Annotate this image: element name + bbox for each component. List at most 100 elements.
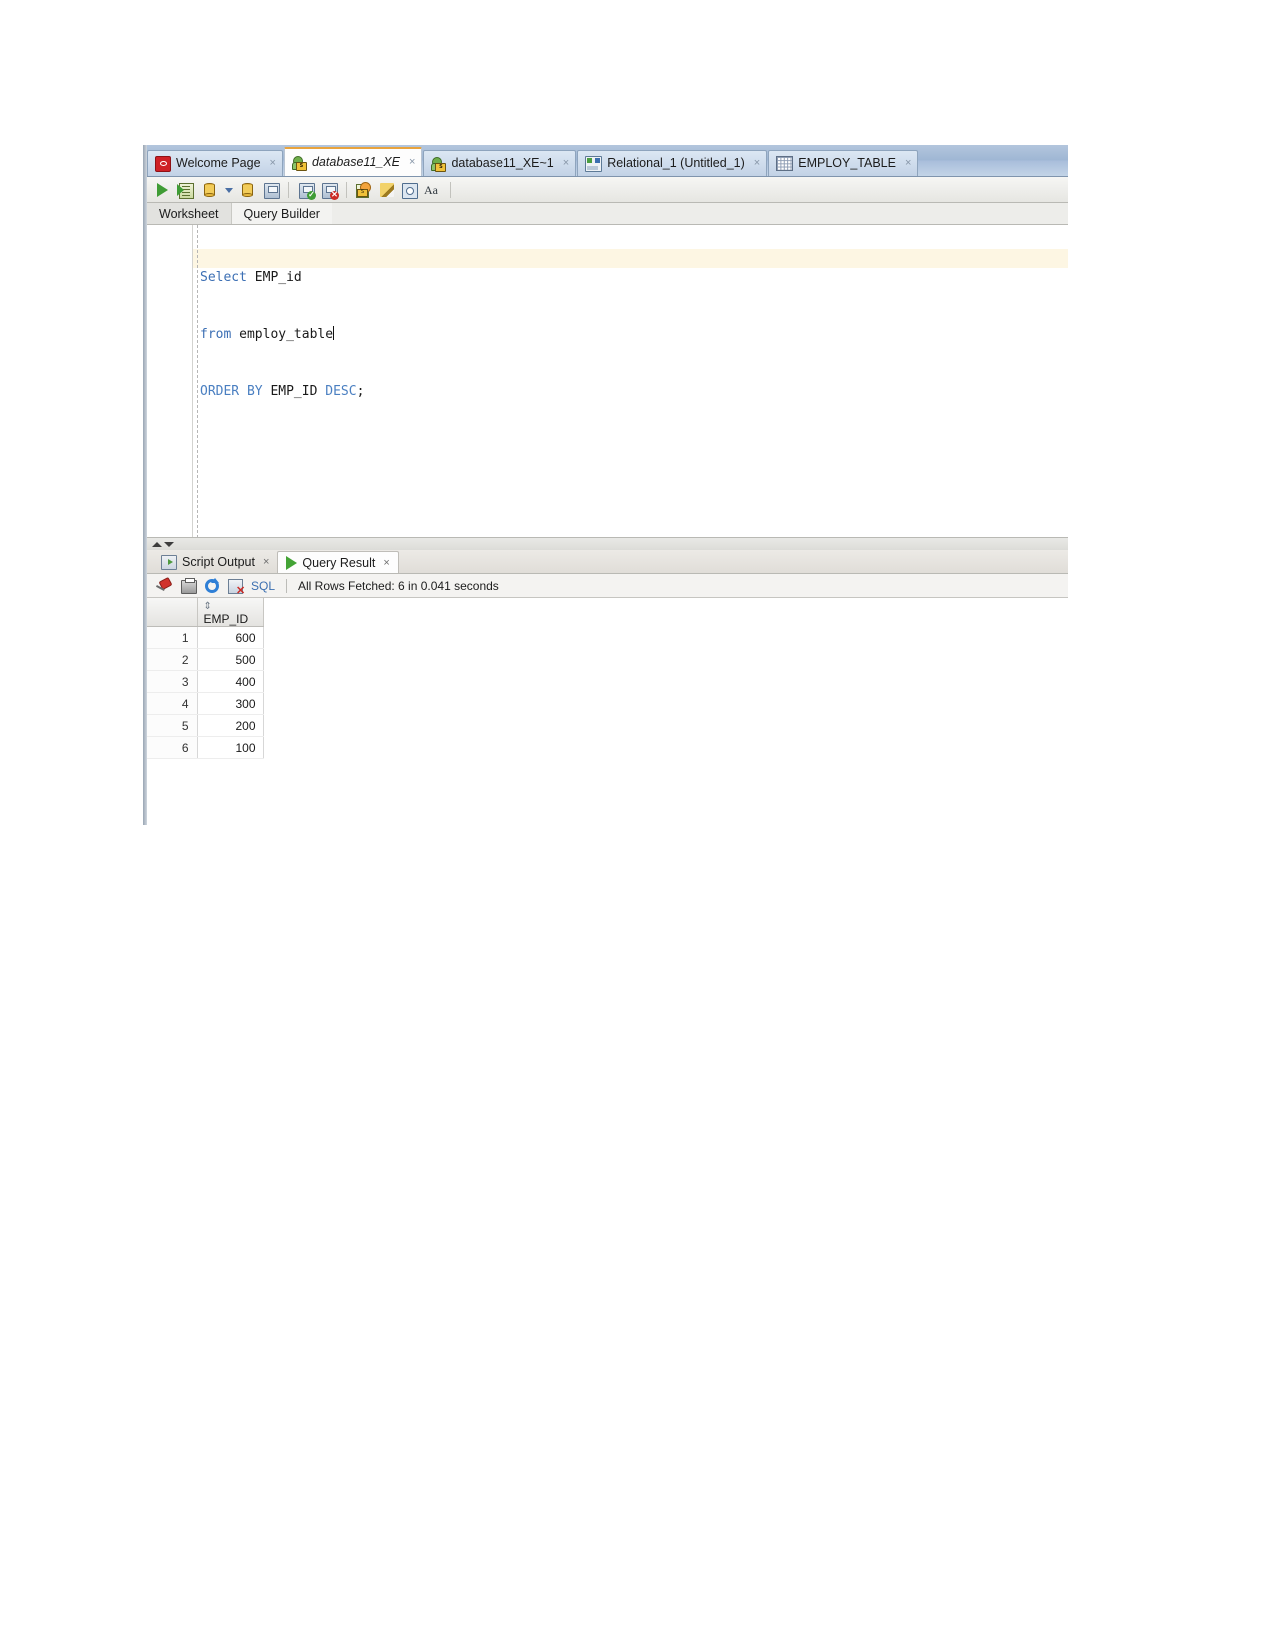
sql-link[interactable]: SQL — [251, 579, 275, 593]
column-header-label: EMP_ID — [203, 612, 249, 626]
clear-grid-icon[interactable]: ✕ — [227, 577, 245, 596]
results-table-head: ⇕EMP_ID — [147, 598, 264, 627]
tab-label: Welcome Page — [176, 156, 261, 171]
sql-keyword: from — [200, 327, 232, 342]
script-output-icon — [161, 554, 177, 570]
relational-model-icon — [585, 155, 603, 172]
tab-welcome-page[interactable]: Welcome Page × — [147, 150, 283, 176]
row-number: 1 — [147, 626, 198, 649]
row-number: 5 — [147, 714, 198, 737]
row-number: 6 — [147, 736, 198, 759]
unshared-worksheet-button[interactable] — [261, 180, 281, 200]
sql-text: employ_table — [231, 327, 334, 342]
collapse-down-icon[interactable] — [164, 542, 174, 547]
results-table-body: 1 600 2 500 3 400 4 300 5 200 6 100 — [147, 626, 264, 759]
cell-emp-id[interactable]: 100 — [197, 736, 264, 759]
sql-text: EMP_ID — [262, 384, 326, 399]
commit-database-button[interactable] — [200, 180, 220, 200]
sort-icon: ⇕ — [203, 601, 212, 612]
results-toolbar: ✕ SQL All Rows Fetched: 6 in 0.041 secon… — [147, 574, 1068, 598]
close-icon[interactable]: × — [905, 158, 911, 169]
table-row[interactable]: 3 400 — [147, 670, 264, 693]
table-row[interactable]: 2 500 — [147, 648, 264, 671]
explain-plan-button[interactable]: ✕ — [319, 180, 339, 200]
rollback-database-button[interactable] — [238, 180, 258, 200]
editor-gutter — [147, 225, 193, 537]
results-tab-strip: Script Output × Query Result × — [147, 550, 1068, 574]
toolbar-separator — [288, 181, 289, 198]
toolbar-separator — [346, 181, 347, 198]
row-number: 4 — [147, 692, 198, 715]
toolbar-separator — [450, 181, 451, 198]
refresh-icon[interactable] — [203, 577, 221, 595]
query-result-grid[interactable]: ⇕EMP_ID 1 600 2 500 3 400 4 300 5 200 6 … — [147, 598, 1068, 825]
close-icon[interactable]: × — [563, 158, 569, 169]
query-builder-tab-label: Query Builder — [243, 206, 320, 221]
sql-developer-window: Welcome Page × S database11_XE × S datab… — [143, 145, 1068, 825]
close-icon[interactable]: × — [383, 557, 389, 569]
collapse-up-icon[interactable] — [152, 542, 162, 547]
tab-database11-xe[interactable]: S database11_XE × — [283, 147, 423, 176]
results-tab-label: Query Result — [302, 555, 376, 570]
sql-editor[interactable]: Select EMP_id from employ_table ORDER BY… — [147, 225, 1068, 538]
tab-label: EMPLOY_TABLE — [798, 156, 896, 171]
indent-guide — [197, 225, 198, 537]
aa-text-icon[interactable]: Aa — [423, 180, 443, 200]
worksheet-tab-strip: Worksheet Query Builder — [147, 203, 1068, 225]
tab-query-builder[interactable]: Query Builder — [231, 203, 332, 224]
tab-relational-1[interactable]: Relational_1 (Untitled_1) × — [577, 150, 768, 176]
close-icon[interactable]: × — [754, 158, 760, 169]
pencil-icon[interactable] — [377, 180, 397, 200]
printer-icon[interactable] — [179, 577, 197, 595]
tab-label: Relational_1 (Untitled_1) — [607, 156, 745, 171]
code-line-2: from employ_table — [200, 325, 1068, 344]
run-statement-button[interactable] — [154, 180, 174, 200]
sql-text: EMP_id — [246, 270, 302, 285]
recent-statements-button[interactable] — [400, 180, 420, 200]
column-header-emp-id[interactable]: ⇕EMP_ID — [197, 598, 264, 627]
table-row[interactable]: 1 600 — [147, 626, 264, 649]
worksheet-tab-label: Worksheet — [159, 206, 219, 221]
worksheet-toolbar: ✓ ✕ S Aa — [147, 177, 1068, 203]
database-sql-icon: S — [291, 155, 307, 171]
screenshot-root: Welcome Page × S database11_XE × S datab… — [0, 0, 1275, 1651]
database-sql-icon: S — [431, 156, 447, 172]
tab-query-result[interactable]: Query Result × — [277, 551, 399, 573]
tab-employ-table[interactable]: EMPLOY_TABLE × — [768, 150, 919, 176]
cell-emp-id[interactable]: 600 — [197, 626, 264, 649]
oracle-icon — [155, 155, 171, 172]
chevron-down-icon[interactable] — [223, 180, 235, 200]
tab-script-output[interactable]: Script Output × — [153, 551, 277, 573]
close-icon[interactable]: × — [270, 158, 276, 169]
cell-emp-id[interactable]: 300 — [197, 692, 264, 715]
sql-keyword: ORDER BY — [200, 384, 263, 399]
tab-worksheet[interactable]: Worksheet — [147, 203, 232, 224]
pin-icon[interactable] — [155, 576, 173, 595]
table-row[interactable]: 4 300 — [147, 692, 264, 715]
run-script-button[interactable] — [177, 180, 197, 200]
editor-tab-bar: Welcome Page × S database11_XE × S datab… — [147, 145, 1068, 177]
table-header-row: ⇕EMP_ID — [147, 598, 264, 627]
tab-label: database11_XE~1 — [451, 156, 554, 171]
close-icon[interactable]: × — [263, 556, 269, 568]
autotrace-button[interactable]: ✓ — [296, 180, 316, 200]
sql-keyword: Select — [200, 270, 247, 285]
table-grid-icon — [776, 156, 794, 171]
tab-database11-xe-1[interactable]: S database11_XE~1 × — [423, 150, 577, 176]
results-tab-label: Script Output — [182, 555, 255, 569]
sql-code[interactable]: Select EMP_id from employ_table ORDER BY… — [200, 230, 1068, 439]
table-row[interactable]: 5 200 — [147, 714, 264, 737]
cell-emp-id[interactable]: 400 — [197, 670, 264, 693]
text-caret — [333, 326, 335, 340]
tab-label: database11_XE — [311, 155, 401, 170]
toolbar-separator — [286, 578, 288, 593]
cell-emp-id[interactable]: 200 — [197, 714, 264, 737]
close-icon[interactable]: × — [409, 157, 415, 168]
row-number-header — [147, 598, 198, 627]
code-line-1: Select EMP_id — [200, 268, 1068, 287]
code-line-3: ORDER BY EMP_ID DESC; — [200, 382, 1068, 401]
cell-emp-id[interactable]: 500 — [197, 648, 264, 671]
green-play-icon — [286, 555, 298, 570]
table-row[interactable]: 6 100 — [147, 736, 264, 759]
sql-history-button[interactable]: S — [354, 180, 374, 200]
